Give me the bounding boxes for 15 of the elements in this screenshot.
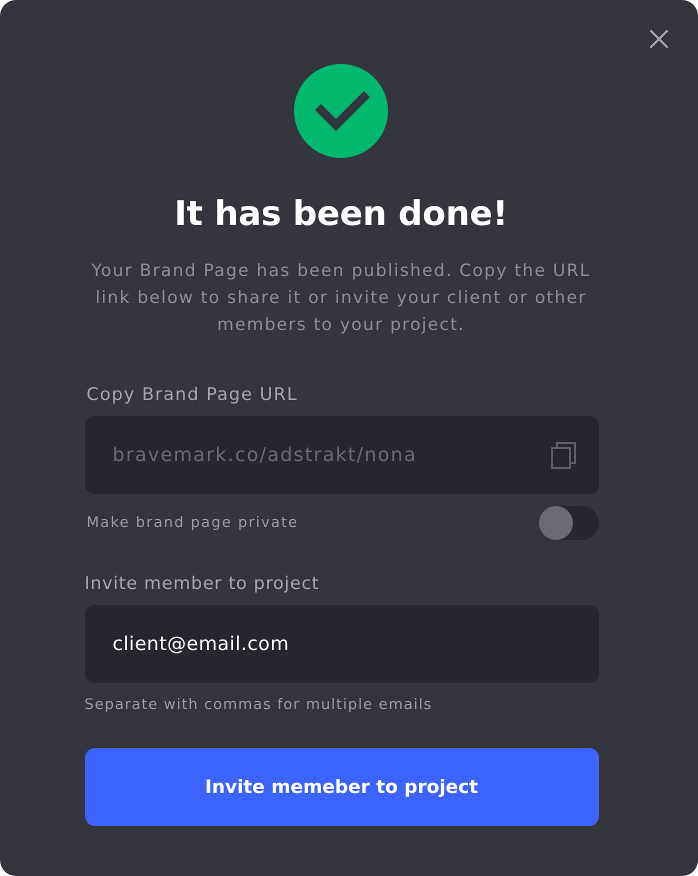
url-field[interactable]: bravemark.co/adstrakt/nona — [84, 416, 598, 494]
toggle-switch[interactable] — [538, 506, 598, 540]
invite-label: Invite member to project — [84, 573, 320, 595]
invite-button[interactable]: Invite memeber to project — [84, 748, 598, 826]
copy-icon[interactable] — [550, 442, 576, 468]
helper-text: Separate with commas for multiple emails — [84, 696, 434, 715]
check-circle-icon — [294, 64, 388, 158]
url-label: Copy Brand Page URL — [86, 384, 299, 406]
url-text: bravemark.co/adstrakt/nona — [112, 444, 417, 466]
private-toggle-label: Make brand page private — [86, 514, 298, 533]
email-input-field[interactable]: client@email.com — [84, 605, 598, 683]
email-text: client@email.com — [112, 633, 290, 655]
close-icon[interactable] — [650, 30, 668, 48]
dialog-title: It has been done! — [174, 193, 508, 235]
dialog-message: Your Brand Page has been published. Copy the URL link below to share it or invite your client or other members to your project. — [90, 260, 592, 337]
